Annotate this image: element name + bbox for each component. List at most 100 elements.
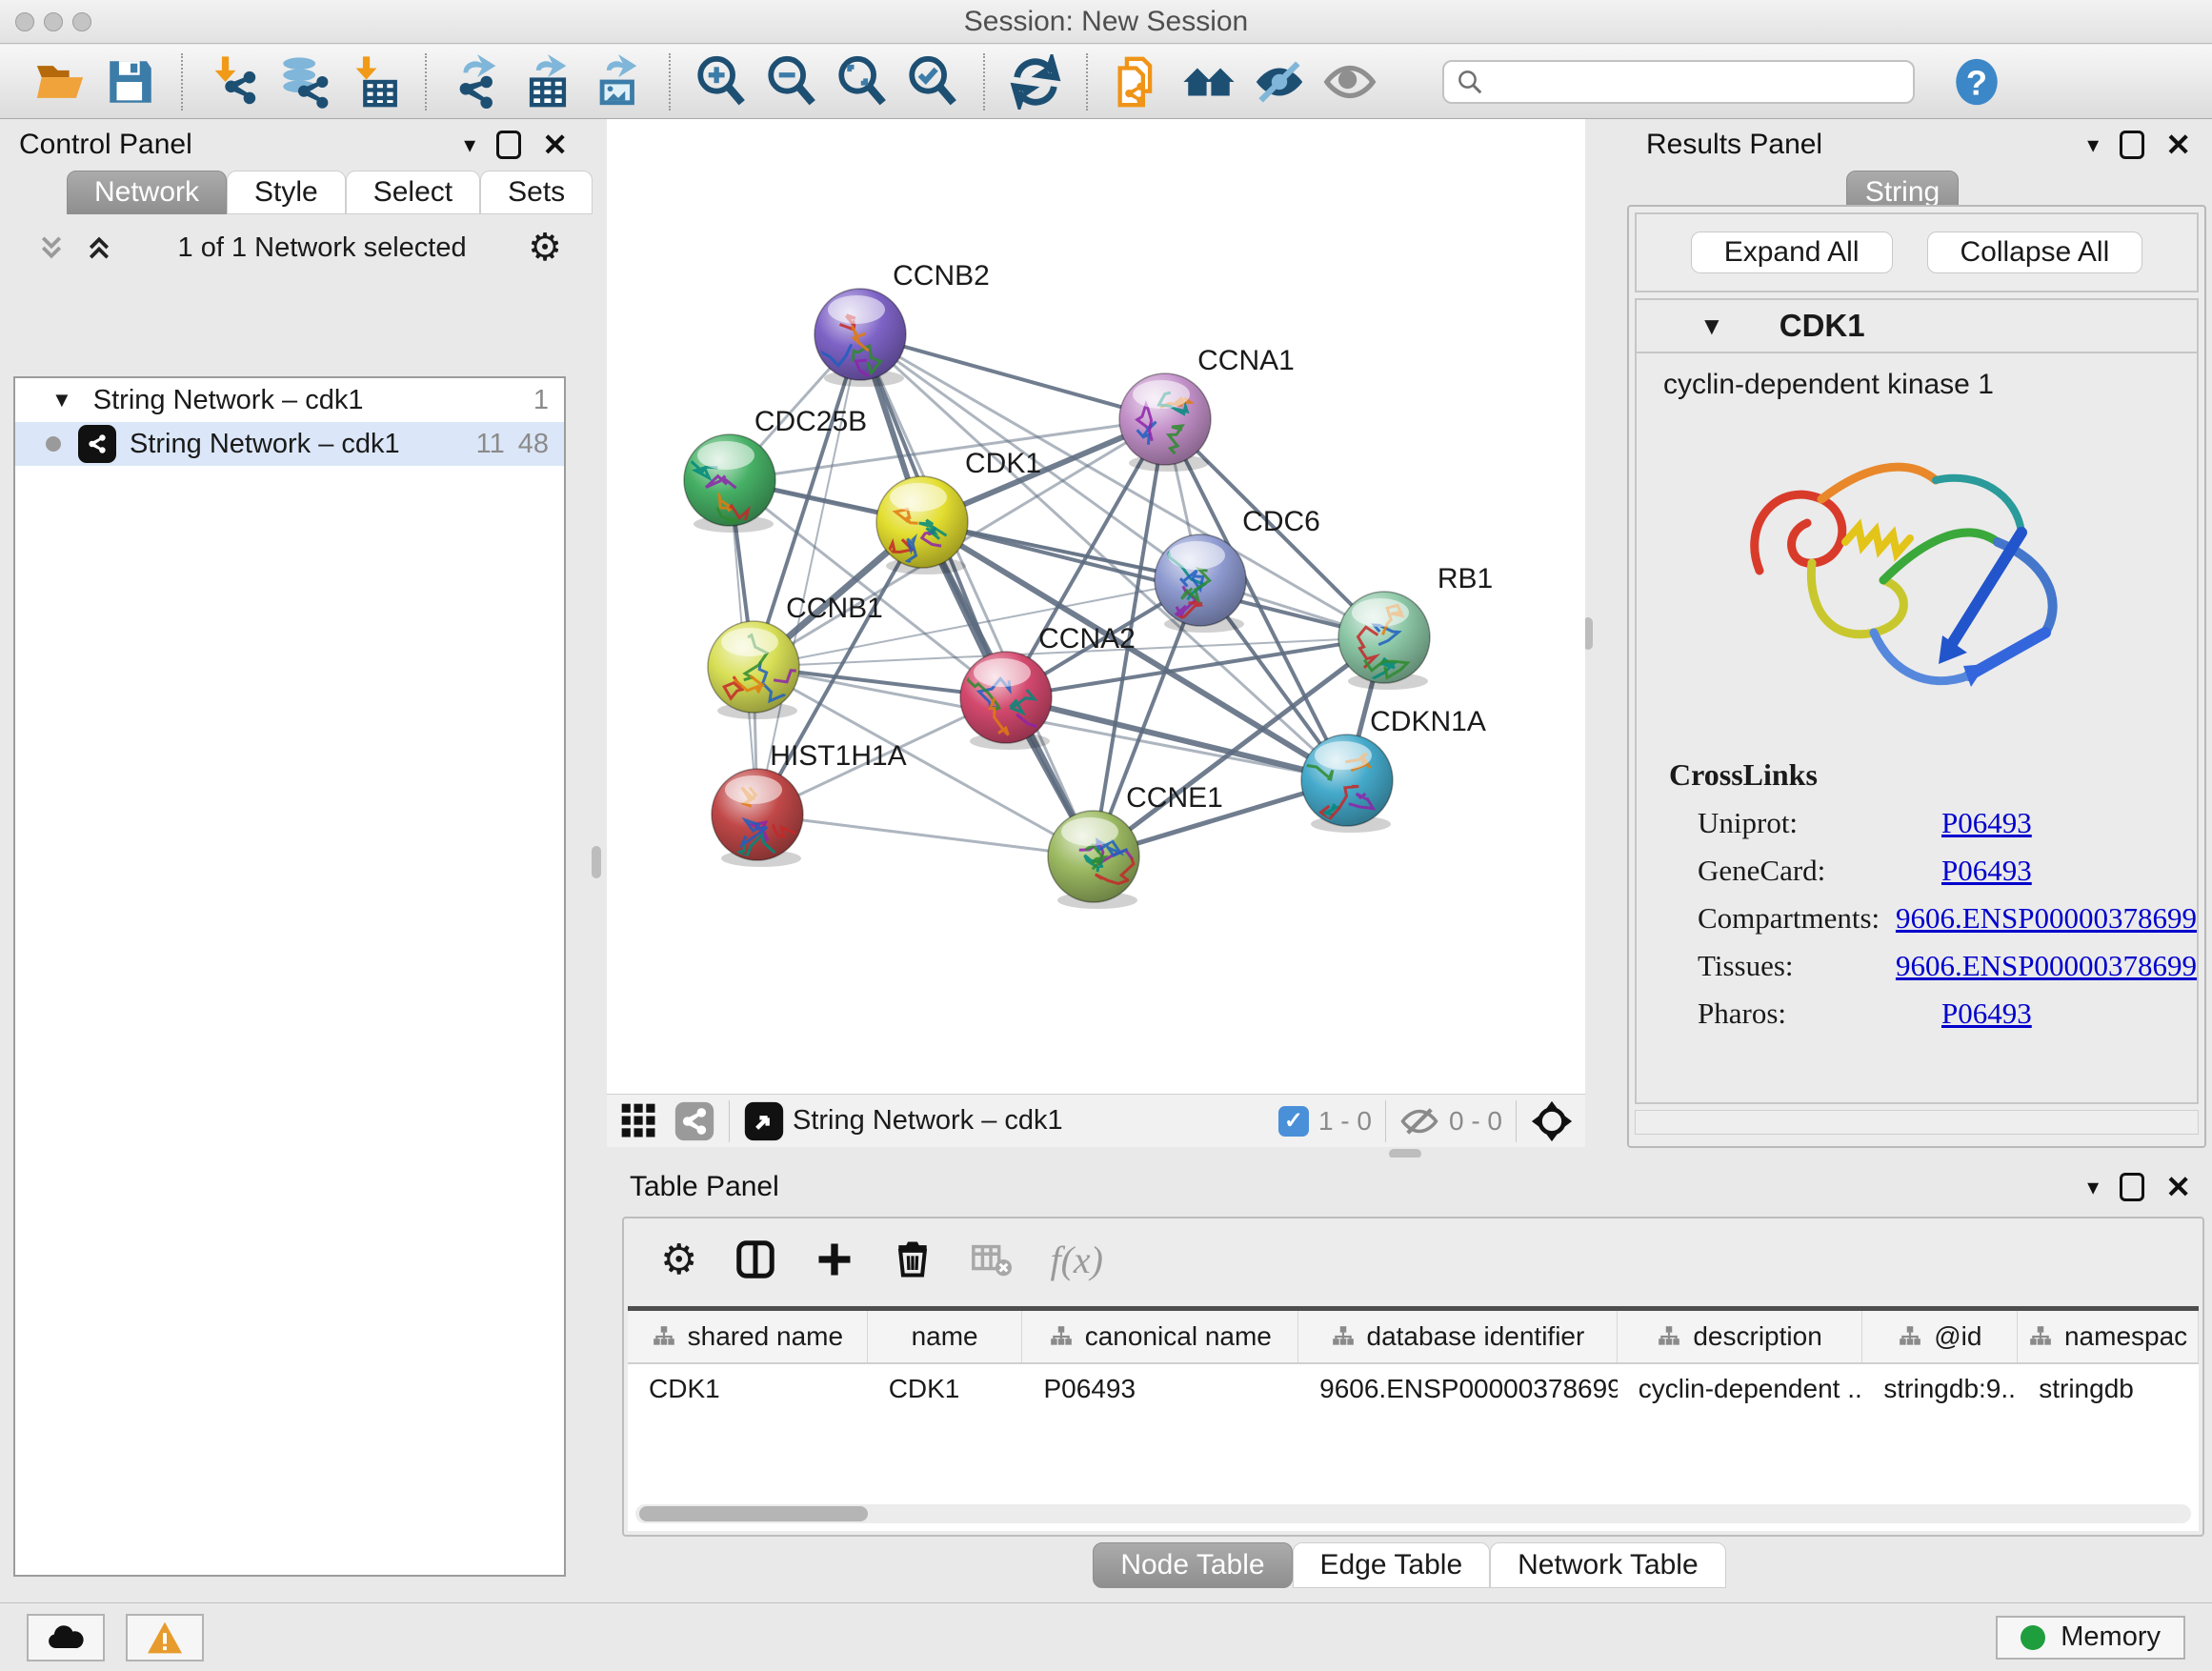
results-panel-menu-icon[interactable]: ▾ — [2087, 131, 2099, 159]
column-header-canonical-name[interactable]: canonical name — [1022, 1311, 1298, 1362]
table-cell[interactable]: stringdb — [2018, 1364, 2199, 1414]
network-collection-row[interactable]: ▼ String Network – cdk1 1 — [15, 378, 564, 422]
crosslink-link[interactable]: 9606.ENSP00000378699 — [1896, 949, 2197, 983]
tab-sets[interactable]: Sets — [480, 171, 593, 214]
table-cell[interactable]: 9606.ENSP00000378699 — [1298, 1364, 1618, 1414]
first-neighbors-icon[interactable] — [1181, 54, 1237, 110]
export-image-icon[interactable] — [591, 54, 646, 110]
control-panel-float-icon[interactable] — [496, 131, 521, 159]
table-panel: Table Panel ▾ ✕ ⚙ f(x) shared namenameca… — [607, 1158, 2212, 1596]
crosslink-link[interactable]: P06493 — [1941, 997, 2032, 1031]
main-toolbar: ? — [0, 45, 2212, 119]
table-cell[interactable]: CDK1 — [628, 1364, 868, 1414]
hidden-eye-icon[interactable] — [1399, 1101, 1439, 1141]
show-columns-icon[interactable] — [734, 1238, 777, 1281]
open-in-window-icon[interactable] — [743, 1100, 785, 1142]
expand-all-icon[interactable] — [82, 232, 116, 263]
table-cell[interactable]: P06493 — [1023, 1364, 1299, 1414]
memory-button[interactable]: Memory — [1996, 1616, 2185, 1660]
left-splitter-handle[interactable] — [592, 846, 601, 878]
birds-eye-view-icon[interactable] — [1530, 1099, 1574, 1143]
grid-view-icon[interactable] — [618, 1100, 660, 1142]
toolbar-separator — [1385, 1100, 1386, 1142]
search-icon — [1456, 68, 1484, 96]
search-box[interactable] — [1442, 60, 1915, 104]
tab-network-table[interactable]: Network Table — [1490, 1542, 1726, 1588]
results-scrollbar[interactable] — [1635, 1110, 2199, 1135]
show-all-icon[interactable] — [1322, 54, 1377, 110]
tab-edge-table[interactable]: Edge Table — [1293, 1542, 1491, 1588]
network-row-selected[interactable]: String Network – cdk1 11 48 — [15, 422, 564, 466]
zoom-out-icon[interactable] — [764, 54, 819, 110]
crosslink-link[interactable]: P06493 — [1941, 806, 2032, 840]
table-row[interactable]: CDK1CDK1P064939606.ENSP00000378699cyclin… — [628, 1364, 2199, 1414]
network-canvas[interactable]: CCNB2CCNA1CDC25BCDK1CDC6RB1CCNB1CCNA2CDK… — [607, 119, 1585, 1094]
node-table[interactable]: shared namenamecanonical namedatabase id… — [628, 1306, 2199, 1531]
delete-table-icon-disabled — [970, 1238, 1014, 1281]
copy-network-icon[interactable] — [1111, 54, 1166, 110]
string-network-graph[interactable]: CCNB2CCNA1CDC25BCDK1CDC6RB1CCNB1CCNA2CDK… — [607, 119, 1585, 1094]
gene-section-header[interactable]: ▼ CDK1 — [1637, 300, 2197, 353]
network-options-gear-icon[interactable]: ⚙ — [528, 226, 562, 270]
import-table-icon[interactable] — [347, 54, 402, 110]
selected-checkbox-icon[interactable]: ✓ — [1278, 1106, 1309, 1137]
expand-all-button[interactable]: Expand All — [1691, 232, 1893, 273]
crosslink-link[interactable]: 9606.ENSP00000378699 — [1896, 901, 2197, 936]
table-panel-close-icon[interactable]: ✕ — [2165, 1169, 2191, 1205]
tab-network[interactable]: Network — [67, 171, 227, 214]
collapse-all-button[interactable]: Collapse All — [1927, 232, 2143, 273]
tab-style[interactable]: Style — [227, 171, 346, 214]
table-panel-title: Table Panel — [630, 1171, 779, 1203]
zoom-in-icon[interactable] — [694, 54, 749, 110]
zoom-selected-icon[interactable] — [905, 54, 960, 110]
cloud-icon — [45, 1622, 87, 1653]
collapse-all-icon[interactable] — [34, 232, 69, 263]
collection-expander-icon[interactable]: ▼ — [51, 388, 72, 413]
gene-description: cyclin-dependent kinase 1 — [1637, 353, 2197, 401]
control-panel-close-icon[interactable]: ✕ — [542, 127, 568, 163]
table-cell[interactable]: stringdb:9... — [1862, 1364, 2018, 1414]
table-horizontal-scrollbar[interactable] — [635, 1504, 2191, 1523]
crosslink-link[interactable]: P06493 — [1941, 854, 2032, 888]
export-table-icon[interactable] — [520, 54, 575, 110]
table-cell[interactable]: CDK1 — [868, 1364, 1023, 1414]
export-network-icon[interactable] — [450, 54, 505, 110]
help-icon[interactable]: ? — [1949, 54, 2004, 110]
table-panel-float-icon[interactable] — [2120, 1173, 2144, 1201]
warning-status-button[interactable] — [126, 1614, 204, 1661]
gene-expander-icon[interactable]: ▼ — [1699, 312, 1724, 341]
refresh-icon[interactable] — [1008, 54, 1063, 110]
save-session-icon[interactable] — [103, 54, 158, 110]
gene-section: ▼ CDK1 cyclin-dependent kinase 1 — [1635, 298, 2199, 1104]
control-panel-menu-icon[interactable]: ▾ — [464, 131, 475, 159]
import-network-database-icon[interactable] — [276, 54, 332, 110]
network-badge-icon[interactable] — [674, 1100, 715, 1142]
column-header-name[interactable]: name — [868, 1311, 1023, 1362]
tab-select[interactable]: Select — [346, 171, 480, 214]
zoom-fit-icon[interactable] — [835, 54, 890, 110]
column-header-description[interactable]: description — [1618, 1311, 1863, 1362]
crosslink-label: Uniprot: — [1669, 806, 1941, 840]
import-network-file-icon[interactable] — [206, 54, 261, 110]
column-header-database-identifier[interactable]: database identifier — [1298, 1311, 1618, 1362]
svg-text:CCNB2: CCNB2 — [893, 260, 990, 292]
results-panel-close-icon[interactable]: ✕ — [2165, 127, 2191, 163]
cloud-status-button[interactable] — [27, 1614, 105, 1661]
tree-icon — [1898, 1324, 1922, 1349]
column-header-shared-name[interactable]: shared name — [628, 1311, 868, 1362]
scrollbar-thumb[interactable] — [639, 1506, 868, 1521]
open-session-icon[interactable] — [32, 54, 88, 110]
table-panel-menu-icon[interactable]: ▾ — [2087, 1174, 2099, 1201]
search-input[interactable] — [1484, 66, 1901, 97]
column-header-namespac[interactable]: namespac — [2018, 1311, 2199, 1362]
table-cell[interactable]: cyclin-dependent ... — [1618, 1364, 1863, 1414]
svg-text:CDC6: CDC6 — [1242, 506, 1320, 537]
tab-node-table[interactable]: Node Table — [1093, 1542, 1292, 1588]
delete-column-icon[interactable] — [892, 1238, 934, 1280]
add-column-icon[interactable] — [814, 1238, 855, 1280]
network-view-title: String Network – cdk1 — [793, 1105, 1063, 1137]
column-header--id[interactable]: @id — [1862, 1311, 2018, 1362]
results-panel-float-icon[interactable] — [2120, 131, 2144, 159]
hide-selected-icon[interactable] — [1252, 54, 1307, 110]
table-options-gear-icon[interactable]: ⚙ — [660, 1236, 697, 1284]
